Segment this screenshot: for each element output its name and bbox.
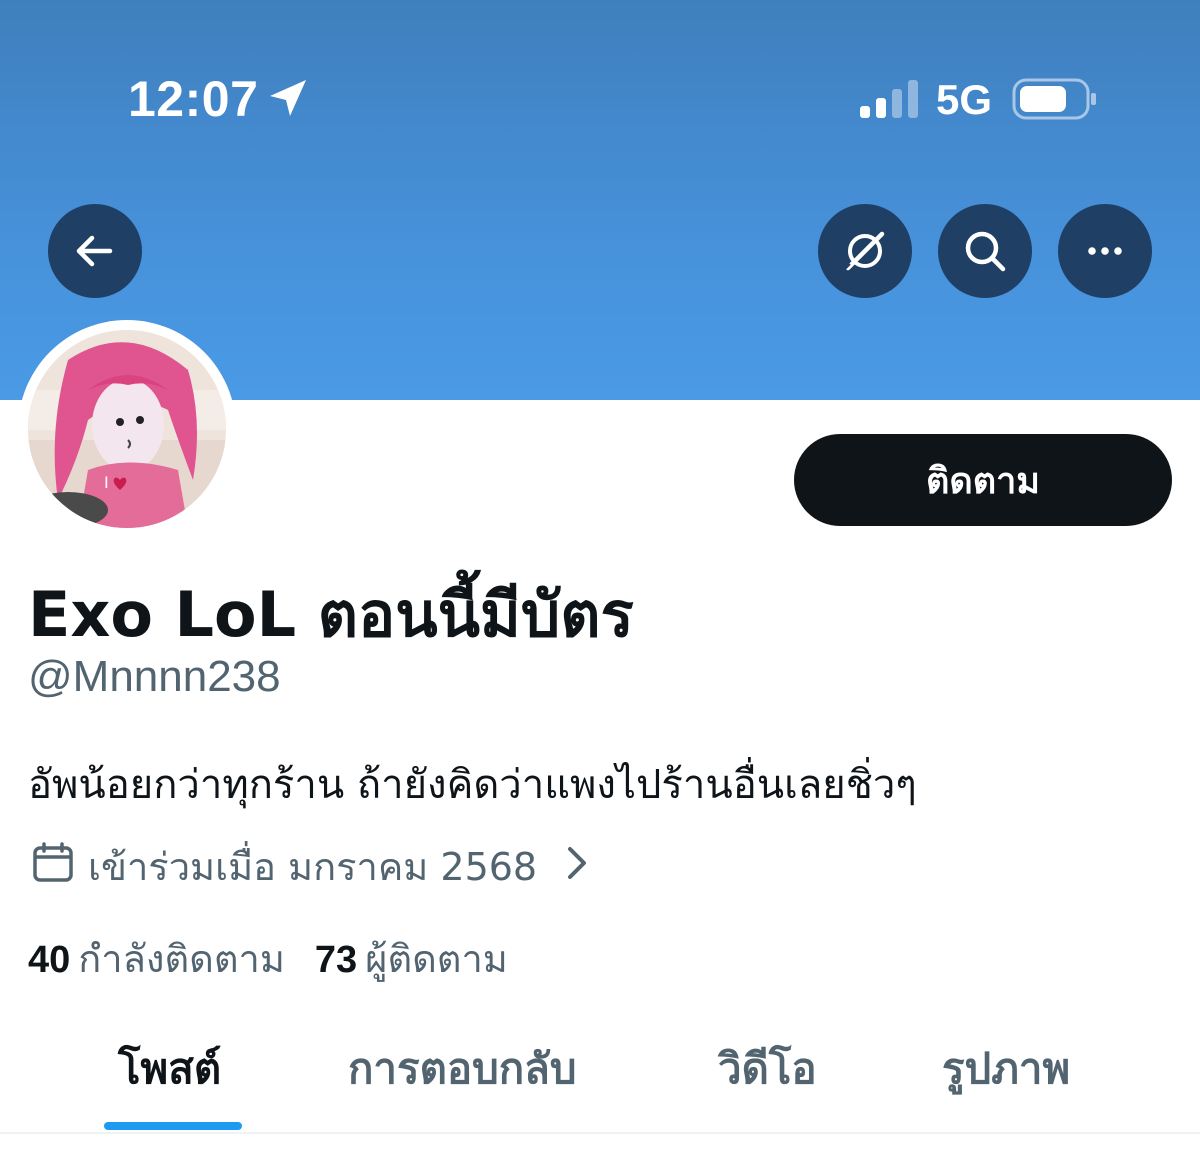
battery-icon [1012, 78, 1096, 120]
tab-replies[interactable]: การตอบกลับ [348, 1036, 577, 1102]
profile-tabs: โพสต์ การตอบกลับ วิดีโอ รูปภาพ [0, 1030, 1200, 1132]
cellular-signal-icon [860, 80, 918, 118]
avatar[interactable]: I [18, 320, 236, 538]
arrow-left-icon [76, 235, 113, 267]
search-icon [965, 231, 1006, 272]
joined-date: เข้าร่วมเมื่อ มกราคม 2568 [88, 845, 538, 889]
followers-label: ผู้ติดตาม [365, 937, 508, 981]
search-button[interactable] [938, 204, 1032, 298]
tab-photos[interactable]: รูปภาพ [942, 1036, 1070, 1102]
calendar-icon [33, 842, 73, 882]
following-label: กำลังติดตาม [78, 937, 285, 981]
status-bar: 12:07 5G [0, 60, 1200, 140]
active-tab-indicator [104, 1122, 242, 1130]
chevron-right-icon [568, 847, 586, 879]
tab-posts[interactable]: โพสต์ [118, 1036, 221, 1102]
following-link[interactable]: 40 กำลังติดตาม [28, 937, 285, 981]
user-handle: @Mnnnn238 [28, 652, 281, 701]
location-arrow-icon [270, 80, 306, 116]
follow-stats: 40 กำลังติดตาม 73 ผู้ติดตาม [28, 928, 508, 989]
more-button[interactable] [1058, 204, 1152, 298]
tabs-divider [0, 1132, 1200, 1134]
display-name: Exo LoL ตอนนี้มีบัตร [28, 578, 634, 651]
followers-count: 73 [314, 939, 358, 981]
grok-button[interactable] [818, 204, 912, 298]
followers-link[interactable]: 73 ผู้ติดตาม [314, 937, 508, 981]
avatar-image: I [28, 330, 226, 528]
back-button[interactable] [48, 204, 142, 298]
follow-button[interactable]: ติดตาม [794, 434, 1172, 526]
svg-text:I: I [104, 473, 109, 492]
grok-icon [843, 231, 885, 271]
more-dots-icon [1088, 247, 1122, 255]
following-count: 40 [28, 939, 71, 981]
network-type: 5G [936, 76, 993, 123]
tab-videos[interactable]: วิดีโอ [718, 1036, 817, 1102]
status-time: 12:07 [128, 71, 259, 127]
profile-bio: อัพน้อยกว่าทุกร้าน ถ้ายังคิดว่าแพงไปร้าน… [28, 762, 917, 808]
